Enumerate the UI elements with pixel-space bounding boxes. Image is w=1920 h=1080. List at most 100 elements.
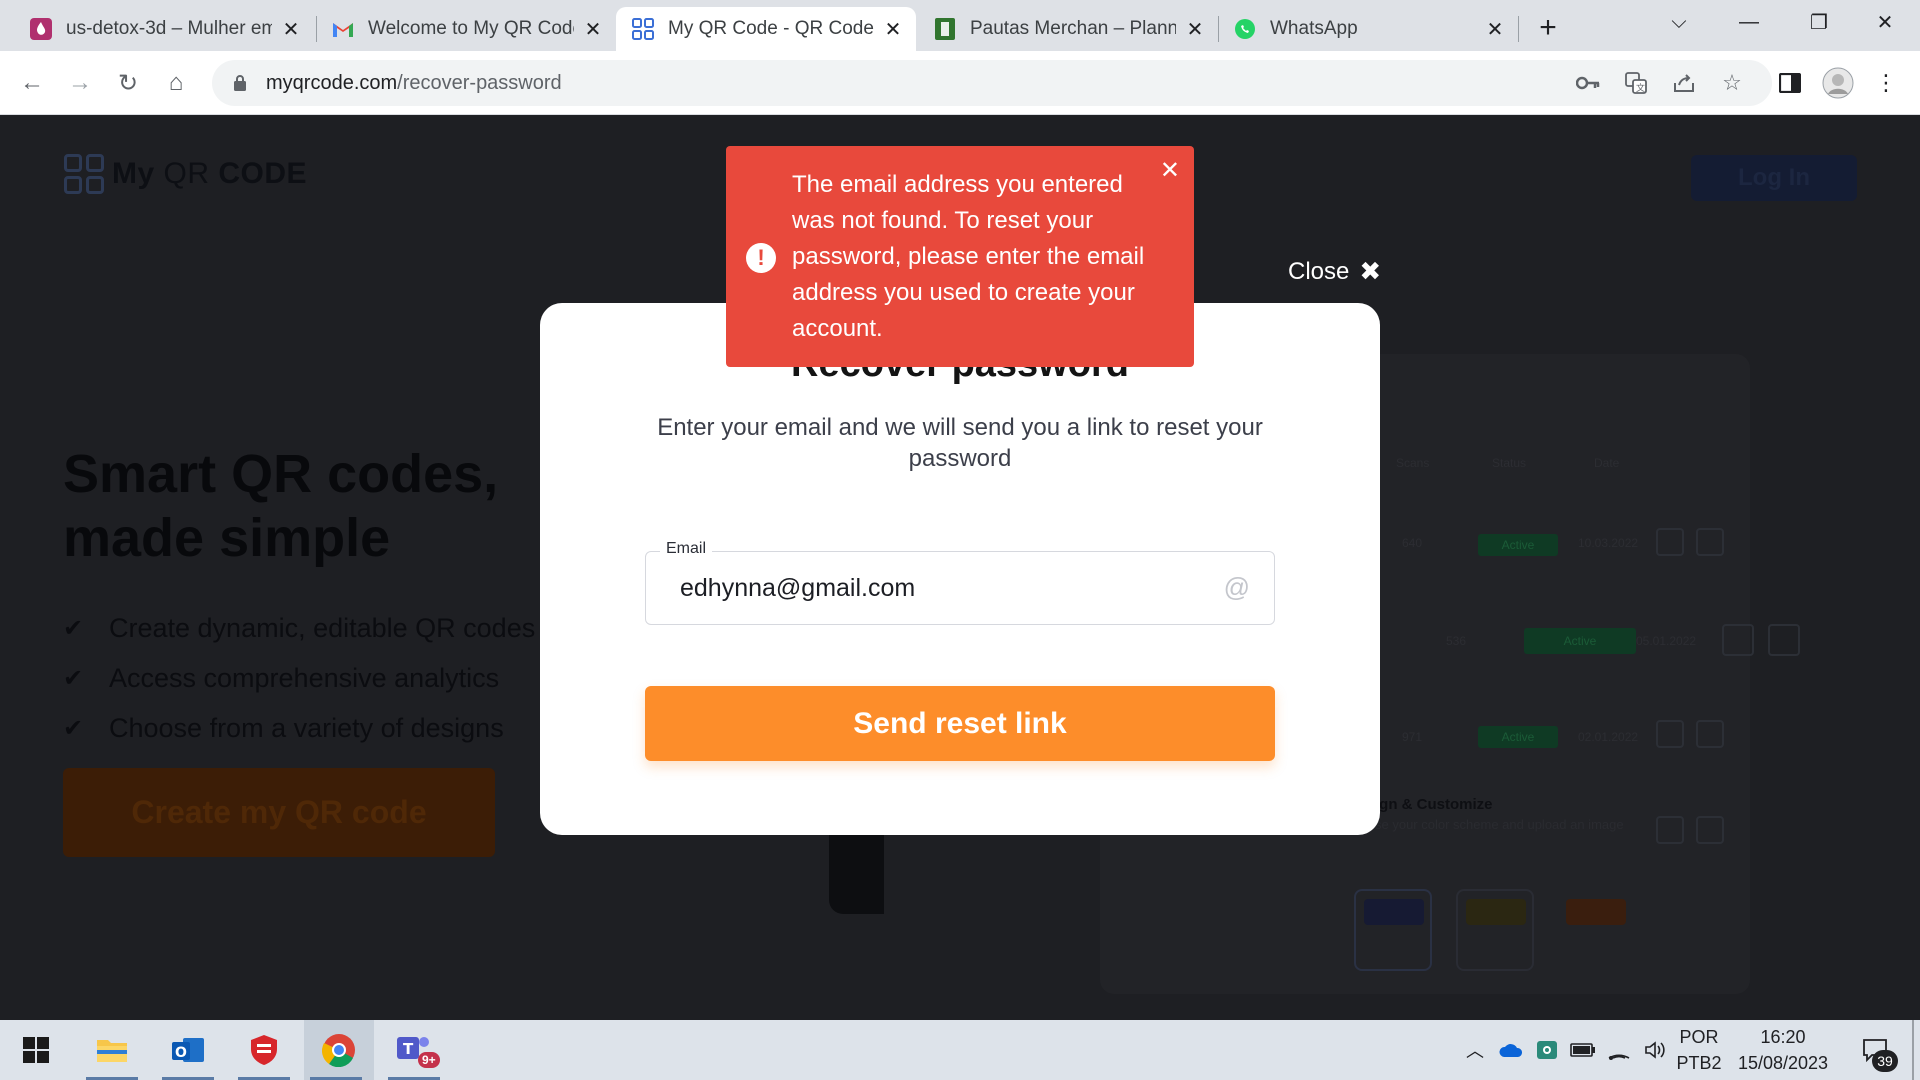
- status-badge: Active: [1478, 726, 1558, 748]
- color-scheme-swatch: [1556, 889, 1634, 971]
- browser-tabstrip: us-detox-3d – Mulher em ✕ Welcome to My …: [0, 0, 1920, 51]
- checkmark-icon: ✔: [63, 714, 84, 742]
- error-toast: ! The email address you entered was not …: [726, 146, 1194, 367]
- address-bar[interactable]: myqrcode.com/recover-password: [212, 60, 1772, 106]
- share-icon[interactable]: [1668, 67, 1700, 99]
- column-header: Date: [1594, 456, 1620, 470]
- create-qr-button[interactable]: Create my QR code: [63, 768, 495, 857]
- svg-text:T: T: [403, 1040, 414, 1058]
- status-badge: Active: [1524, 628, 1636, 654]
- column-header: Status: [1492, 456, 1527, 470]
- tab-close-icon[interactable]: ✕: [882, 18, 904, 41]
- share-icon: [1656, 720, 1684, 748]
- translate-icon[interactable]: 文: [1620, 67, 1652, 99]
- login-button[interactable]: Log In: [1691, 155, 1857, 201]
- date-value: 02.01.2022: [1578, 730, 1639, 744]
- battery-icon[interactable]: [1566, 1020, 1600, 1080]
- lock-icon: [228, 71, 252, 95]
- browser-tab[interactable]: Welcome to My QR Code! ✕: [316, 7, 616, 51]
- reload-icon[interactable]: ↻: [110, 65, 146, 101]
- tab-close-icon[interactable]: ✕: [582, 18, 604, 41]
- minimize-icon[interactable]: —: [1714, 0, 1784, 44]
- email-field[interactable]: Email @: [645, 540, 1275, 625]
- download-icon: [1696, 528, 1724, 556]
- recover-password-modal: Recover password Enter your email and we…: [540, 303, 1380, 835]
- tab-title: WhatsApp: [1270, 18, 1358, 39]
- security-shield-icon[interactable]: [232, 1020, 296, 1080]
- send-reset-link-button[interactable]: Send reset link: [645, 686, 1275, 761]
- tab-close-icon[interactable]: ✕: [1484, 18, 1506, 41]
- site-logo[interactable]: My QR CODE: [64, 154, 307, 194]
- toast-message: The email address you entered was not fo…: [792, 171, 1145, 342]
- show-desktop-strip[interactable]: [1912, 1020, 1914, 1080]
- site-favicon-icon: [30, 18, 52, 40]
- clock-date: 15/08/2023: [1737, 1053, 1829, 1073]
- tab-title: us-detox-3d – Mulher em: [66, 18, 272, 39]
- windows-taskbar: O T 9+ ︿ POR PTB2 16:20 15/08/2023 39: [0, 1020, 1920, 1080]
- share-icon: [1656, 528, 1684, 556]
- share-icon: [1656, 816, 1684, 844]
- exclamation-alert-icon: !: [746, 243, 776, 273]
- side-panel-icon[interactable]: [1774, 67, 1806, 99]
- url-text: myqrcode.com/recover-password: [266, 71, 562, 94]
- clock[interactable]: 16:20 15/08/2023: [1728, 1024, 1838, 1076]
- checkmark-icon: ✔: [63, 664, 84, 692]
- window-close-icon[interactable]: ✕: [1850, 0, 1920, 44]
- download-icon: [1696, 816, 1724, 844]
- wifi-icon[interactable]: [1602, 1020, 1636, 1080]
- profile-avatar[interactable]: [1822, 67, 1854, 99]
- tab-title: Welcome to My QR Code!: [368, 18, 574, 39]
- browser-tab-active[interactable]: My QR Code - QR Code G ✕: [616, 7, 916, 51]
- chrome-icon[interactable]: [304, 1020, 374, 1080]
- modal-subtitle: Enter your email and we will send you a …: [657, 414, 1263, 472]
- share-icon: [1722, 624, 1754, 656]
- download-icon: [1696, 720, 1724, 748]
- file-explorer-icon[interactable]: [80, 1020, 144, 1080]
- teams-icon[interactable]: T 9+: [382, 1020, 446, 1080]
- volume-speaker-icon[interactable]: [1638, 1020, 1672, 1080]
- outlook-icon[interactable]: O: [156, 1020, 220, 1080]
- email-label: Email: [660, 540, 713, 558]
- planner-icon: [934, 18, 956, 40]
- customize-card: ign & Customize se your color scheme and…: [1375, 796, 1624, 832]
- teams-notification-badge: 9+: [418, 1052, 440, 1068]
- new-tab-plus-icon[interactable]: +: [1530, 10, 1566, 46]
- svg-text:文: 文: [1636, 82, 1645, 94]
- forward-arrow-icon[interactable]: →: [62, 65, 98, 101]
- scans-value: 536: [1446, 634, 1467, 648]
- tab-close-icon[interactable]: ✕: [280, 18, 302, 41]
- modal-close-button[interactable]: Close ✖: [1288, 256, 1381, 287]
- show-hidden-icons-chevron-up-icon[interactable]: ︿: [1460, 1020, 1490, 1080]
- bookmark-star-icon[interactable]: ☆: [1716, 67, 1748, 99]
- tab-close-icon[interactable]: ✕: [1184, 18, 1206, 41]
- color-scheme-swatch: [1456, 889, 1534, 971]
- toast-close-icon[interactable]: ✕: [1160, 156, 1180, 185]
- browser-tab[interactable]: WhatsApp ✕: [1218, 7, 1518, 51]
- qr-logo-icon: [64, 154, 104, 194]
- home-icon[interactable]: ⌂: [158, 65, 194, 101]
- onedrive-cloud-icon[interactable]: [1494, 1020, 1528, 1080]
- browser-tab[interactable]: Pautas Merchan – Planner ✕: [918, 7, 1218, 51]
- email-input[interactable]: [680, 574, 1200, 603]
- eye-monitor-icon[interactable]: [1530, 1020, 1564, 1080]
- tab-separator: [1518, 16, 1519, 42]
- tab-title: My QR Code - QR Code G: [668, 18, 874, 39]
- browser-menu-kebab-icon[interactable]: ⋮: [1870, 67, 1902, 99]
- status-badge: Active: [1478, 534, 1558, 556]
- tab-search-chevron-down-icon[interactable]: ⌵: [1644, 0, 1714, 44]
- feature-list: ✔ Create dynamic, editable QR codes ✔ Acce…: [63, 603, 535, 753]
- feature-item: ✔ Choose from a variety of designs: [63, 712, 504, 743]
- scans-value: 971: [1402, 730, 1423, 744]
- whatsapp-icon: [1234, 18, 1256, 40]
- back-arrow-icon[interactable]: ←: [14, 65, 50, 101]
- input-language-indicator[interactable]: POR PTB2: [1674, 1024, 1724, 1076]
- windows-start-icon[interactable]: [4, 1020, 68, 1080]
- restore-icon[interactable]: ❐: [1784, 0, 1854, 44]
- download-icon: [1768, 624, 1800, 656]
- notification-count-badge: 39: [1872, 1050, 1898, 1072]
- notification-center-icon[interactable]: 39: [1850, 1020, 1900, 1080]
- tab-title: Pautas Merchan – Planner: [970, 18, 1176, 39]
- browser-tab[interactable]: us-detox-3d – Mulher em ✕: [14, 7, 314, 51]
- password-key-icon[interactable]: [1572, 67, 1604, 99]
- gmail-icon: [332, 18, 354, 40]
